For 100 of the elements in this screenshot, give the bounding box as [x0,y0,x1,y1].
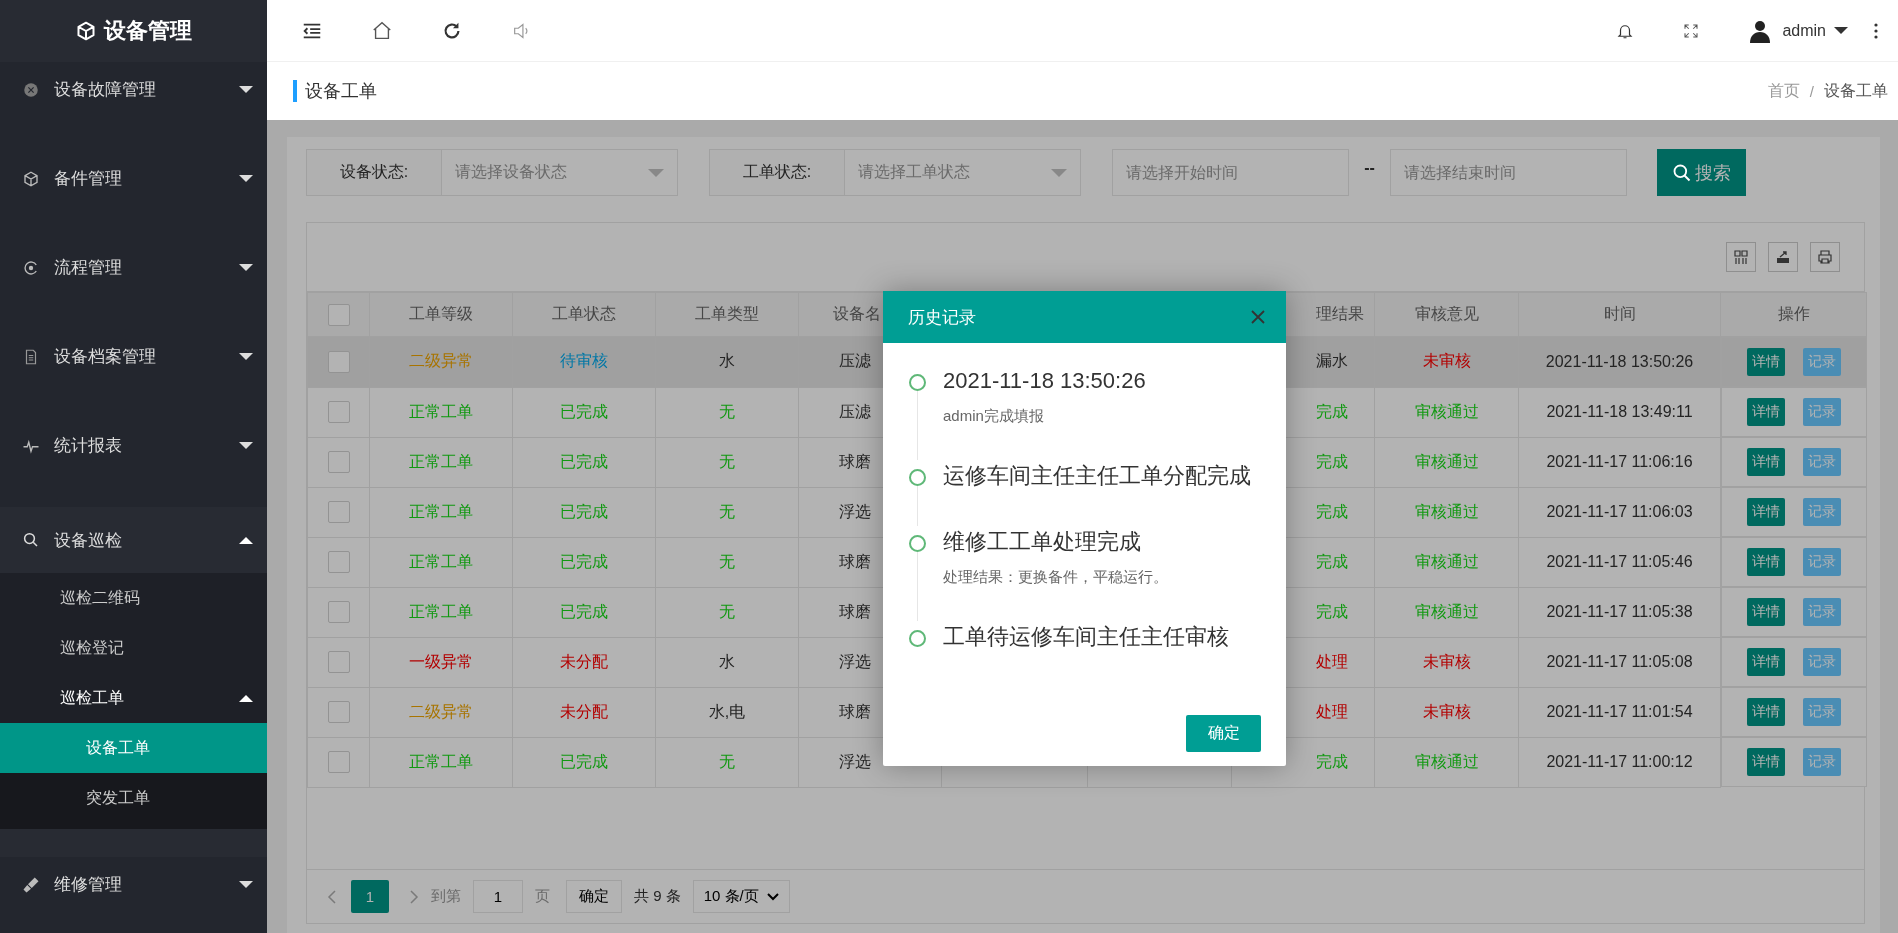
page-title: 设备工单 [293,80,377,102]
goto-label: 到第 [431,887,461,906]
table-cell: 漏水 [1316,352,1348,370]
table-cell: 压滤 [839,352,871,370]
sidebar-item[interactable]: 统计报表 [0,418,267,473]
fullscreen-icon[interactable] [1682,21,1701,40]
table-cell: 2021-11-18 13:50:26 [1545,352,1694,370]
details-button[interactable]: 详情 [1746,748,1785,776]
checkbox[interactable] [327,303,350,326]
timeline-title: 工单待运修车间主任主任审核 [943,623,1229,651]
more-icon[interactable] [1874,22,1878,39]
caret-icon [239,175,253,182]
details-button[interactable]: 详情 [1746,498,1785,526]
page-size-select[interactable]: 10 条/页 [692,880,790,913]
close-icon[interactable] [1250,309,1266,325]
dialog-title: 历史记录 [908,306,976,329]
table-cell: 球磨 [839,552,871,570]
print-icon[interactable] [1810,242,1840,272]
sidebar-subitem[interactable]: 巡检二维码 [0,573,267,623]
sidebar-item[interactable]: 设备巡检 [0,507,267,573]
select-field[interactable]: 工单状态: 请选择工单状态 [709,149,1081,196]
record-button[interactable]: 记录 [1802,498,1841,526]
details-button[interactable]: 详情 [1746,648,1785,676]
table-cell: 2021-11-17 11:05:38 [1546,603,1693,620]
column-header: 操作 [1777,305,1810,322]
table-cell: 完成 [1316,502,1348,520]
record-button[interactable]: 记录 [1802,748,1841,776]
column-header: 工单类型 [695,305,759,322]
sidebar-subitem[interactable]: 突发工单 [0,773,267,823]
page-button[interactable]: 1 [351,880,389,913]
home-icon[interactable] [371,19,393,42]
table-cell: 一级异常 [409,652,473,670]
checkbox[interactable] [327,751,350,773]
page-input[interactable]: 1 [473,880,523,913]
table-cell: 未审核 [1422,652,1471,670]
details-button[interactable]: 详情 [1746,348,1785,376]
columns-icon[interactable] [1726,242,1756,272]
chevron-right-icon[interactable] [409,888,419,905]
sidebar-item[interactable]: 流程管理 [0,240,267,295]
checkbox[interactable] [327,501,350,523]
chevron-left-icon[interactable] [327,888,337,905]
checkbox[interactable] [327,701,350,723]
search-button[interactable]: 搜索 [1657,149,1746,196]
user-name[interactable]: admin [1782,21,1826,40]
table-cell: 二级异常 [409,352,473,370]
column-header: 理结果 [1316,305,1364,322]
checkbox[interactable] [327,350,350,373]
checkbox[interactable] [327,601,350,623]
checkbox[interactable] [327,451,350,473]
timeline-note: admin完成填报 [943,407,1045,426]
timeline-title: 维修工工单处理完成 [943,528,1142,556]
table-cell: 浮选 [839,652,871,670]
record-button[interactable]: 记录 [1802,448,1841,476]
table-cell: 正常工单 [409,502,473,520]
table-cell: 无 [719,752,735,770]
record-button[interactable]: 记录 [1802,548,1841,576]
sidebar-item[interactable]: 维修管理 [0,857,267,912]
sidebar-subitem[interactable]: 设备工单 [0,723,267,773]
sidebar-item[interactable]: 备件管理 [0,151,267,206]
confirm-button[interactable]: 确定 [566,880,622,913]
caret-icon[interactable] [1834,27,1848,34]
details-button[interactable]: 详情 [1746,698,1785,726]
sidebar-item[interactable]: 设备故障管理 [0,62,267,117]
checkbox[interactable] [327,651,350,673]
table-cell: 完成 [1316,552,1348,570]
table-cell: 2021-11-17 11:00:12 [1546,753,1693,770]
search-icon [1672,162,1692,183]
details-button[interactable]: 详情 [1746,448,1785,476]
details-button[interactable]: 详情 [1746,398,1785,426]
record-button[interactable]: 记录 [1802,598,1841,626]
checkbox[interactable] [327,551,350,573]
export-icon[interactable] [1768,242,1798,272]
details-button[interactable]: 详情 [1746,598,1785,626]
timeline-title: 运修车间主任主任工单分配完成 [943,462,1251,490]
confirm-button[interactable]: 确定 [1186,715,1261,752]
details-button[interactable]: 详情 [1746,548,1785,576]
breadcrumb-link[interactable]: 首页 [1767,80,1800,102]
table-cell: 未审核 [1422,702,1471,720]
timeline-dot [908,630,926,647]
table-cell: 水,电 [708,702,746,720]
table-cell: 2021-11-17 11:06:16 [1546,453,1693,470]
date-field[interactable]: 请选择结束时间 [1390,149,1627,196]
record-button[interactable]: 记录 [1802,398,1841,426]
table-cell: 已完成 [560,502,608,520]
record-button[interactable]: 记录 [1802,648,1841,676]
record-button[interactable]: 记录 [1802,348,1841,376]
sidebar-item[interactable]: 设备档案管理 [0,329,267,384]
select-field[interactable]: 设备状态: 请选择设备状态 [306,149,678,196]
total-count: 共 9 条 [634,887,681,906]
table-cell: 完成 [1316,752,1348,770]
checkbox[interactable] [327,401,350,423]
chevron-down-icon [766,892,779,901]
table-cell: 处理 [1316,652,1348,670]
date-field[interactable]: 请选择开始时间 [1112,149,1349,196]
sidebar-subitem[interactable]: 巡检登记 [0,623,267,673]
close-circle-icon [22,80,40,99]
sidebar-subitem[interactable]: 巡检工单 [0,673,267,723]
record-button[interactable]: 记录 [1802,698,1841,726]
caret-icon [239,86,253,93]
table-cell: 已完成 [560,752,608,770]
